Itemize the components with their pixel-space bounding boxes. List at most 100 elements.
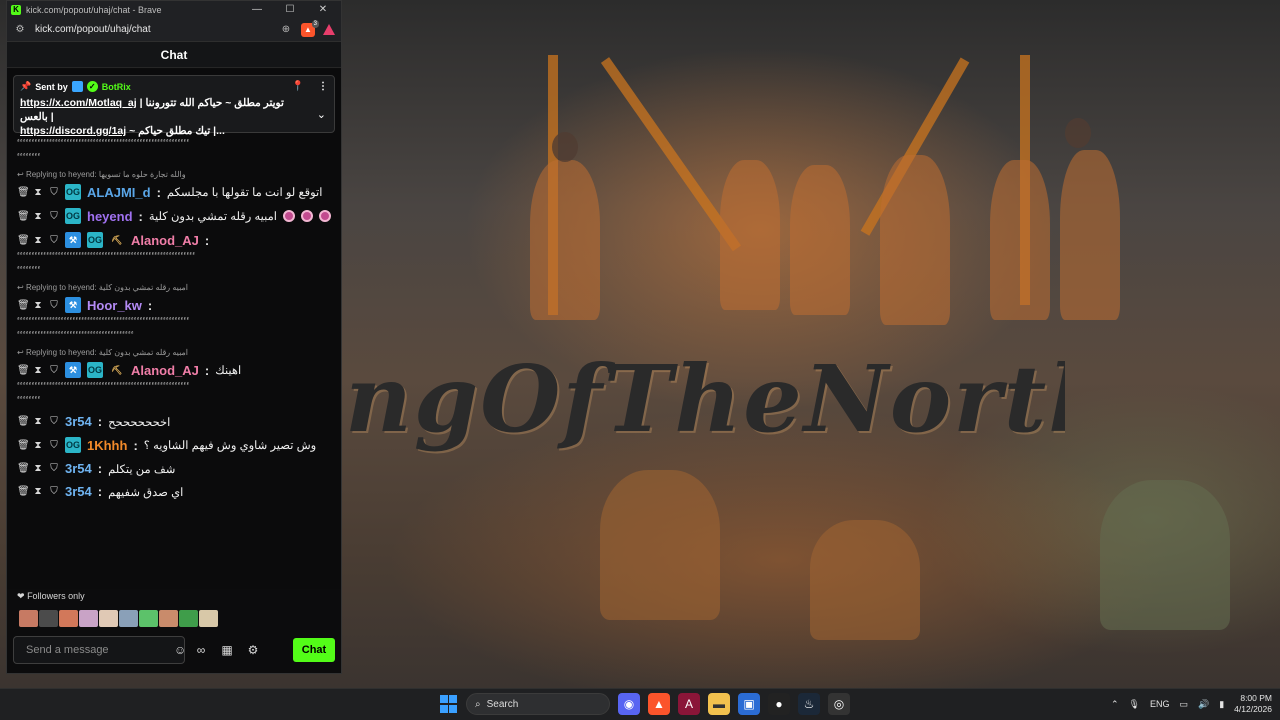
affinity-icon[interactable]: A — [678, 693, 700, 715]
ban-icon[interactable]: ⛉ — [49, 211, 59, 222]
viewer-avatar[interactable] — [179, 610, 198, 627]
site-info-icon[interactable]: ⚙ — [13, 23, 27, 37]
timeout-icon[interactable]: ⧗ — [33, 211, 43, 222]
more-icon[interactable]: ⋮ — [318, 81, 328, 92]
ban-icon[interactable]: ⛉ — [49, 365, 59, 376]
viewer-avatar[interactable] — [59, 610, 78, 627]
ms-store-icon[interactable]: ▣ — [738, 693, 760, 715]
emoji-picker-icon[interactable]: ☺ — [174, 643, 186, 657]
chat-username[interactable]: Hoor_kw — [87, 298, 142, 313]
kicks-icon[interactable]: ∞ — [191, 643, 211, 657]
chevron-up-icon[interactable]: ⌃ — [1111, 699, 1119, 710]
viewer-avatar[interactable] — [79, 610, 98, 627]
brave-rewards-icon[interactable] — [323, 24, 335, 35]
username-colon: : — [138, 208, 143, 224]
ban-icon[interactable]: ⛉ — [49, 235, 59, 246]
clock[interactable]: 8:00 PM 4/12/2026 — [1234, 693, 1272, 715]
pinned-bot-name[interactable]: BotRix — [102, 82, 131, 92]
timeout-icon[interactable]: ⧗ — [33, 416, 43, 427]
chat-username[interactable]: 3r54 — [65, 414, 92, 429]
ban-icon[interactable]: ⛉ — [49, 187, 59, 198]
timeout-icon[interactable]: ⧗ — [33, 235, 43, 246]
chat-message[interactable]: 🗑 ⧗ ⛉ 3r54: شف من يتكلم — [7, 457, 341, 480]
chat-message[interactable]: 🗑 ⧗ ⛉ OG 1Khhh: وش تصير شاوي وش فيهم الشاويه … — [7, 433, 341, 457]
chat-username[interactable]: 3r54 — [65, 484, 92, 499]
timeout-icon[interactable]: ⧗ — [33, 365, 43, 376]
chat-message[interactable]: 🗑 ⧗ ⛉ OG ALAJMI_d: اتوقع لو انت ما تقولها با … — [7, 180, 341, 204]
ban-icon[interactable]: ⛉ — [49, 440, 59, 451]
ban-icon[interactable]: ⛉ — [49, 300, 59, 311]
reply-context[interactable]: ↩ Replying to heyend: والله تجارة حلوه م… — [7, 167, 341, 180]
timeout-icon[interactable]: ⧗ — [33, 300, 43, 311]
sent-by-label: Sent by — [35, 81, 68, 92]
unpin-icon[interactable]: 📍 — [292, 81, 304, 92]
delete-icon[interactable]: 🗑 — [17, 365, 30, 376]
chat-username[interactable]: ALAJMI_d — [87, 185, 151, 200]
timeout-icon[interactable]: ⧗ — [33, 486, 43, 497]
reply-context[interactable]: ↩ Replying to heyend: امبيه رقله تمشي بد… — [7, 345, 341, 358]
chat-username[interactable]: 1Khhh — [87, 438, 127, 453]
viewer-avatar[interactable] — [99, 610, 118, 627]
viewer-avatar[interactable] — [119, 610, 138, 627]
chevron-down-icon[interactable]: ⌄ — [317, 108, 326, 121]
chat-message[interactable]: 🗑 ⧗ ⛉ ⚒ Hoor_kw: — [7, 293, 341, 317]
discord-icon[interactable]: ◉ — [618, 693, 640, 715]
ban-icon[interactable]: ⛉ — [49, 486, 59, 497]
chat-message[interactable]: 🗑 ⧗ ⛉ 3r54: اي صدق شفيهم — [7, 480, 341, 503]
ban-icon[interactable]: ⛉ — [49, 416, 59, 427]
chat-message[interactable]: 🗑 ⧗ ⛉ OG heyend: امبيه رقله تمشي بدون كلية — [7, 204, 341, 228]
brave-shields-icon[interactable]: ▲ 3 — [301, 19, 319, 37]
chat-username[interactable]: heyend — [87, 209, 133, 224]
delete-icon[interactable]: 🗑 — [17, 416, 30, 427]
delete-icon[interactable]: 🗑 — [17, 211, 30, 222]
chat-username[interactable]: 3r54 — [65, 461, 92, 476]
message-input-box[interactable]: ☺ — [13, 636, 186, 664]
obs-icon[interactable]: ● — [768, 693, 790, 715]
file-explorer-icon[interactable]: ▬ — [708, 693, 730, 715]
timeout-icon[interactable]: ⧗ — [33, 440, 43, 451]
close-button[interactable]: ✕ — [309, 4, 337, 15]
volume-icon[interactable]: 🔊 — [1198, 699, 1209, 710]
viewer-avatar[interactable] — [199, 610, 218, 627]
delete-icon[interactable]: 🗑 — [17, 486, 30, 497]
reply-context[interactable]: ↩ Replying to heyend: امبيه رقله تمشي بد… — [7, 280, 341, 293]
microphone-tray-icon[interactable]: 🎙 — [1129, 699, 1140, 710]
language-indicator[interactable]: ENG — [1150, 699, 1170, 709]
chat-username[interactable]: Alanod_AJ — [131, 233, 199, 248]
start-button[interactable] — [440, 695, 458, 713]
maximize-button[interactable]: ☐ — [276, 4, 304, 15]
pinned-link-x[interactable]: https://x.com/Motlaq_aj — [20, 97, 137, 109]
delete-icon[interactable]: 🗑 — [17, 235, 30, 246]
minimize-button[interactable]: — — [243, 4, 271, 15]
pinned-message[interactable]: 📌 Sent by ✓ BotRix 📍 ⋮ https://x.com/Mot… — [13, 75, 335, 137]
timeout-icon[interactable]: ⧗ — [33, 463, 43, 474]
brave-icon[interactable]: ▲ — [648, 693, 670, 715]
delete-icon[interactable]: 🗑 — [17, 463, 30, 474]
battery-icon[interactable]: ▮ — [1219, 699, 1224, 710]
viewer-avatar[interactable] — [139, 610, 158, 627]
timeout-icon[interactable]: ⧗ — [33, 187, 43, 198]
chat-message[interactable]: 🗑 ⧗ ⛉ 3r54: اخححححححح — [7, 410, 341, 433]
taskbar-search[interactable]: ⌕ Search — [466, 693, 610, 715]
url-text[interactable]: kick.com/popout/uhaj/chat — [35, 24, 271, 35]
steam-icon[interactable]: ♨ — [798, 693, 820, 715]
network-icon[interactable]: ▭ — [1179, 699, 1188, 710]
delete-icon[interactable]: 🗑 — [17, 300, 30, 311]
ban-icon[interactable]: ⛉ — [49, 463, 59, 474]
pinned-link-discord[interactable]: https://discord.gg/1aj — [20, 125, 126, 137]
chat-message[interactable]: 🗑 ⧗ ⛉ ⚒ OG ⛏ Alanod_AJ: — [7, 228, 341, 252]
zoom-icon[interactable]: ⊕ — [279, 23, 293, 37]
chat-message-list[interactable]: ٰ ٰ ٰ ٰ ٰ ٰ ٰ ٰ 📌 Sent by ✓ BotRix 📍 ⋮ h… — [7, 69, 341, 589]
store-icon[interactable]: ▦ — [217, 643, 237, 657]
chat-username[interactable]: Alanod_AJ — [131, 363, 199, 378]
settings-gear-icon[interactable]: ⚙ — [243, 643, 263, 657]
chat-message[interactable]: 🗑 ⧗ ⛉ ⚒ OG ⛏ Alanod_AJ: اهينك — [7, 358, 341, 382]
delete-icon[interactable]: 🗑 — [17, 187, 30, 198]
message-input[interactable] — [26, 644, 168, 656]
send-chat-button[interactable]: Chat — [293, 638, 335, 662]
viewer-avatar[interactable] — [39, 610, 58, 627]
delete-icon[interactable]: 🗑 — [17, 440, 30, 451]
viewer-avatar[interactable] — [159, 610, 178, 627]
chrome-icon[interactable]: ◎ — [828, 693, 850, 715]
viewer-avatar[interactable] — [19, 610, 38, 627]
